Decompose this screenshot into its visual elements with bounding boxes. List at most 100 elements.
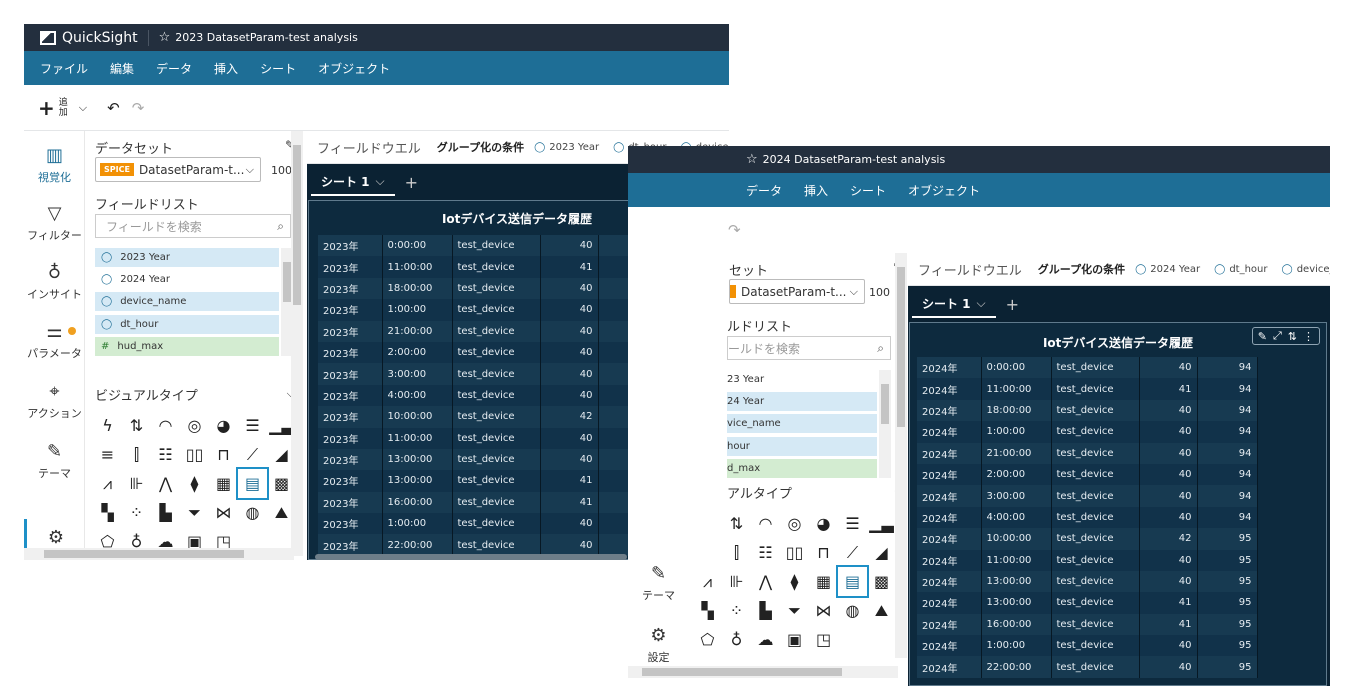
- map-icon[interactable]: ◍: [838, 596, 867, 625]
- add-sheet-icon[interactable]: +: [405, 173, 418, 192]
- scroll-thumb[interactable]: [44, 550, 244, 558]
- gauge-icon[interactable]: ◠: [751, 509, 780, 538]
- field-item-hud-max[interactable]: # hud_max: [95, 337, 279, 356]
- table-row[interactable]: 2023年3:00:00test_device4094: [318, 363, 659, 385]
- field-item-2023-year[interactable]: 23 Year: [727, 370, 877, 389]
- combo-icon[interactable]: ⊓: [209, 440, 238, 469]
- bar-line-icon[interactable]: ⊪: [122, 469, 151, 498]
- stacked-area-icon[interactable]: ⋀: [151, 469, 180, 498]
- table-row[interactable]: 2023年1:00:00test_device4094: [318, 299, 659, 321]
- stacked-hbar-icon[interactable]: ≡: [93, 440, 122, 469]
- panel-hscrollbar[interactable]: [628, 666, 898, 678]
- table-row[interactable]: 2023年13:00:00test_device4195: [318, 470, 659, 492]
- table-row[interactable]: 2024年 13:00:00 test_device 40 95: [917, 570, 1258, 593]
- area-icon[interactable]: ◢: [867, 538, 896, 567]
- line-icon[interactable]: ⟋: [838, 538, 867, 567]
- rail-parameters[interactable]: ⚌ パラメータ: [24, 321, 85, 361]
- table-row[interactable]: 2024年 11:00:00 test_device 40 95: [917, 549, 1258, 571]
- menu-data[interactable]: データ: [156, 60, 192, 77]
- rail-insight[interactable]: ♁ インサイト: [24, 262, 85, 302]
- table-row[interactable]: 2023年21:00:00test_device4094: [318, 320, 659, 342]
- field-item-2023-year[interactable]: ◯ 2023 Year: [95, 248, 279, 267]
- tree-map-icon[interactable]: ▚: [693, 596, 722, 625]
- table-row[interactable]: 2024年 16:00:00 test_device 41 95: [917, 613, 1258, 636]
- sheet-tab[interactable]: シート 1 ⌵: [311, 168, 395, 196]
- scroll-thumb[interactable]: [642, 668, 842, 676]
- table-row[interactable]: 2023年18:00:00test_device4094: [318, 277, 659, 300]
- expand-icon[interactable]: ⤢: [1273, 329, 1282, 343]
- table-row[interactable]: 2024年 1:00:00 test_device 40 95: [917, 635, 1258, 657]
- vbar100-icon[interactable]: ▯▯: [780, 538, 809, 567]
- hbar100-icon[interactable]: ☷: [751, 538, 780, 567]
- scroll-thumb[interactable]: [897, 267, 905, 427]
- menu-file[interactable]: ファイル: [40, 60, 88, 77]
- box-plot-icon[interactable]: ⧫: [180, 469, 209, 498]
- field-well-pill[interactable]: ◯dt_hour: [1214, 264, 1267, 275]
- menu-sheet[interactable]: シート: [260, 60, 296, 77]
- table-row[interactable]: 2024年 1:00:00 test_device 40 94: [917, 421, 1258, 443]
- chevron-down-icon[interactable]: ⌵: [977, 296, 986, 311]
- table-row[interactable]: 2024年 21:00:00 test_device 40 94: [917, 442, 1258, 464]
- table-row[interactable]: 2023年4:00:00test_device4094: [318, 384, 659, 407]
- scroll-thumb[interactable]: [293, 145, 301, 305]
- hbar-icon[interactable]: ☰: [238, 411, 267, 440]
- word-cloud-icon[interactable]: ☁: [751, 625, 780, 654]
- bar-line-icon[interactable]: ⊪: [722, 567, 751, 596]
- sort-icon[interactable]: ⇅: [122, 411, 151, 440]
- field-well-title[interactable]: フィールドウエル: [317, 138, 421, 157]
- table-row[interactable]: 2023年16:00:00test_device4195: [318, 491, 659, 514]
- table-row[interactable]: 2024年 3:00:00 test_device 40 94: [917, 485, 1258, 507]
- rail-theme[interactable]: ✎ テーマ: [628, 563, 689, 603]
- undo-icon[interactable]: ↶: [107, 99, 120, 117]
- hbar100-icon[interactable]: ☷: [151, 440, 180, 469]
- table-row[interactable]: 2024年 22:00:00 test_device 40 95: [917, 656, 1258, 678]
- table-row[interactable]: 2023年2:00:00test_device4094: [318, 341, 659, 364]
- field-item-2024-year[interactable]: 24 Year: [727, 392, 877, 411]
- quicksight-logo[interactable]: QuickSight: [24, 29, 149, 46]
- image-icon[interactable]: ▣: [780, 625, 809, 654]
- radar-icon[interactable]: ⬠: [693, 625, 722, 654]
- panel-scrollbar[interactable]: [291, 131, 303, 556]
- rail-visualize[interactable]: ▥ 視覚化: [24, 145, 85, 185]
- box-plot-icon[interactable]: ⧫: [780, 567, 809, 596]
- rail-action[interactable]: ⌖ アクション: [24, 381, 85, 421]
- rail-settings[interactable]: ⚙ 設定: [628, 625, 689, 665]
- kpi-icon[interactable]: ϟ: [93, 411, 122, 440]
- star-icon[interactable]: ☆: [159, 30, 171, 45]
- field-well-pill[interactable]: ◯ 2023 Year: [534, 142, 599, 153]
- pie-icon[interactable]: ◕: [209, 411, 238, 440]
- table-icon[interactable]: ▤: [836, 565, 869, 598]
- table-row[interactable]: 2024年 10:00:00 test_device 42 95: [917, 528, 1258, 550]
- field-search-input[interactable]: フィールドを検索 ⌕: [95, 214, 291, 238]
- field-well-pill[interactable]: ◯device_nam: [1282, 264, 1331, 275]
- rail-theme[interactable]: ✎ テーマ: [24, 441, 85, 481]
- menu-insert[interactable]: 挿入: [804, 182, 828, 199]
- custom-visual-icon[interactable]: ◳: [809, 625, 838, 654]
- stacked-vbar-icon[interactable]: ⫿: [722, 538, 751, 567]
- table-row[interactable]: 2023年1:00:00test_device4095: [318, 513, 659, 535]
- hbar-icon[interactable]: ☰: [838, 509, 867, 538]
- histogram-icon[interactable]: ▙: [751, 596, 780, 625]
- filled-map-icon[interactable]: ⛰: [867, 596, 896, 625]
- menu-object[interactable]: オブジェクト: [318, 60, 390, 77]
- menu-insert[interactable]: 挿入: [214, 60, 238, 77]
- area-line-icon[interactable]: ⩘: [93, 469, 122, 498]
- line-icon[interactable]: ⟋: [238, 440, 267, 469]
- heatmap-icon[interactable]: ▩: [867, 567, 896, 596]
- add-button[interactable]: + 追加 ⌵: [38, 96, 87, 120]
- panel-hscrollbar[interactable]: [24, 548, 294, 560]
- field-item-device-name[interactable]: vice_name: [727, 414, 877, 433]
- pie-icon[interactable]: ◕: [809, 509, 838, 538]
- menu-edit[interactable]: 編集: [110, 60, 134, 77]
- table-row[interactable]: 2023年11:00:00test_device4095: [318, 427, 659, 449]
- table-row[interactable]: 2024年 0:00:00 test_device 40 94: [917, 357, 1258, 379]
- swap-icon[interactable]: ⇅: [1288, 330, 1297, 343]
- sheet-tab[interactable]: シート 1 ⌵: [912, 290, 996, 318]
- combo-icon[interactable]: ⊓: [809, 538, 838, 567]
- gauge-icon[interactable]: ◠: [151, 411, 180, 440]
- edit-icon[interactable]: ✎: [1258, 330, 1267, 343]
- redo-icon[interactable]: ↷: [132, 99, 145, 117]
- donut-icon[interactable]: ◎: [780, 509, 809, 538]
- more-icon[interactable]: ⋮: [1303, 330, 1314, 343]
- stacked-vbar-icon[interactable]: ⫿: [122, 440, 151, 469]
